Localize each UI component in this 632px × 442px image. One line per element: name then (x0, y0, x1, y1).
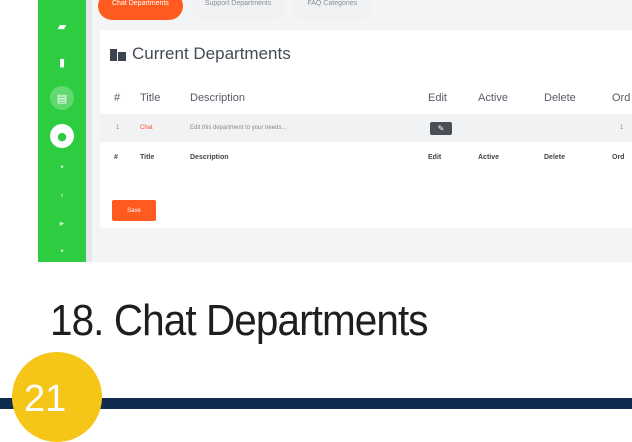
dot-icon[interactable]: • (50, 240, 74, 262)
tab-chat-departments[interactable]: Chat Departments (98, 0, 183, 20)
tab-faq-categories[interactable]: FAQ Categories (293, 0, 372, 20)
card-header: Current Departments (110, 44, 291, 64)
file-icon[interactable]: ▰ (50, 14, 74, 38)
slide-heading: 18. Chat Departments (50, 296, 429, 345)
document-icon[interactable]: ▮ (50, 50, 74, 74)
row-number: 1 (116, 125, 120, 131)
column-header-delete: Delete (544, 92, 576, 104)
badge-number: 21 (24, 378, 67, 420)
row-description: Edit this department to your needs... (190, 125, 287, 131)
table-header-row: # Title Description Edit Active Delete O… (100, 84, 632, 112)
chat-icon[interactable]: ● (50, 124, 74, 148)
sidebar: ▰ ▮ ▤ ● • ‹ ▸ • (38, 0, 86, 262)
column-header-description: Description (190, 92, 246, 104)
column-header-number: # (114, 92, 121, 104)
tab-support-departments[interactable]: Support Departments (190, 0, 286, 20)
arrow-icon[interactable]: ▸ (50, 212, 74, 236)
footer-header-number: # (114, 154, 118, 161)
column-header-edit: Edit (428, 92, 447, 104)
column-header-active: Active (478, 92, 508, 104)
sidebar-edge (86, 0, 92, 262)
footer-header-description: Description (190, 154, 229, 161)
row-title[interactable]: Chat (140, 114, 153, 142)
column-header-title: Title (140, 92, 161, 104)
card-title: Current Departments (132, 44, 291, 63)
footer-header-title: Title (140, 154, 155, 161)
footer-header-edit: Edit (428, 154, 442, 161)
footer-header-delete: Delete (544, 154, 566, 161)
column-header-order: Ord (612, 92, 631, 104)
footer-header-active: Active (478, 154, 500, 161)
footer-header-order: Ord (612, 154, 625, 161)
number-badge: 21 (12, 352, 102, 442)
app-screenshot: ▰ ▮ ▤ ● • ‹ ▸ • Chat Departments Support… (38, 0, 632, 262)
tab-bar: Chat Departments Support Departments FAQ… (98, 0, 372, 20)
edit-button[interactable]: ✎ (430, 122, 452, 135)
departments-card: Current Departments # Title Description … (100, 30, 632, 228)
pencil-icon: ✎ (437, 124, 445, 133)
chevron-icon[interactable]: ‹ (50, 184, 74, 208)
list-icon[interactable]: ▤ (50, 86, 74, 110)
building-icon (110, 47, 126, 61)
dot-icon[interactable]: • (50, 156, 74, 180)
table-row: 1 Chat Edit this department to your need… (100, 114, 632, 142)
save-button[interactable]: Save (112, 200, 156, 221)
table-footer-row: # Title Description Edit Active Delete O… (100, 144, 632, 172)
row-order[interactable]: 1 (620, 114, 623, 142)
